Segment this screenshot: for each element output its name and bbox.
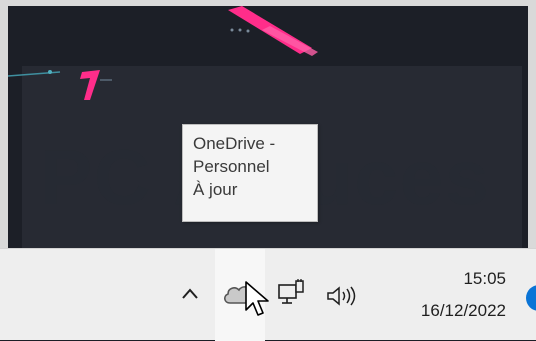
tooltip-line-status: À jour xyxy=(193,180,238,199)
network-icon[interactable] xyxy=(276,279,306,309)
wallpaper-glyph xyxy=(80,70,100,100)
speaker-icon[interactable] xyxy=(326,285,360,307)
tooltip-line-title: OneDrive - xyxy=(193,134,276,153)
clock-date[interactable]: 16/12/2022 xyxy=(421,301,506,321)
wallpaper-dot xyxy=(246,29,250,33)
clock-time[interactable]: 15:05 xyxy=(463,269,506,289)
wallpaper-line xyxy=(7,71,61,77)
wallpaper-dot xyxy=(48,70,52,74)
notification-badge-icon[interactable] xyxy=(526,285,536,311)
tooltip-line-account: Personnel xyxy=(193,157,270,176)
onedrive-cloud-icon[interactable] xyxy=(222,283,260,305)
wallpaper-dot xyxy=(238,28,242,32)
onedrive-tooltip: OneDrive - Personnel À jour xyxy=(182,124,318,222)
chevron-up-icon[interactable] xyxy=(180,287,200,301)
wallpaper-dot xyxy=(230,28,234,32)
wallpaper-streak xyxy=(262,26,318,56)
taskbar: 15:05 16/12/2022 xyxy=(0,248,536,341)
